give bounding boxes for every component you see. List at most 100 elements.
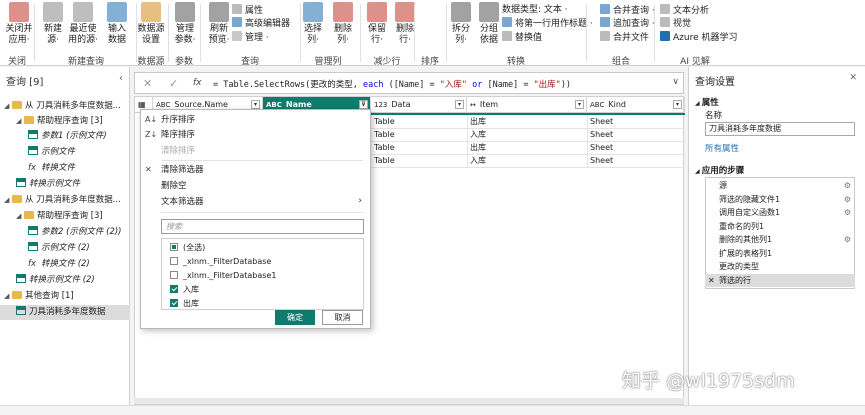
first-row-header-button[interactable]: 将第一行用作标题 · <box>502 17 593 30</box>
merge-queries-button[interactable]: 合并查询 · <box>600 4 655 17</box>
column-dropdown-icon[interactable]: ▾ <box>251 100 260 109</box>
applied-step[interactable]: ✕ 筛选的行 <box>705 273 855 287</box>
refresh-button[interactable]: 刷新 预览· <box>204 2 234 46</box>
filter-menu-item[interactable]: 文本筛选器 <box>161 196 204 208</box>
query-item[interactable]: 刀具消耗多年度数据 <box>0 305 130 320</box>
column-dropdown-icon[interactable]: ▾ <box>455 100 464 109</box>
properties-button[interactable]: 属性 <box>232 4 263 17</box>
filter-checkbox[interactable]: 出库 <box>170 298 199 310</box>
filter-checkbox[interactable]: (全选) <box>170 242 205 254</box>
filter-menu-item[interactable]: 降序排序 <box>161 129 195 141</box>
query-item[interactable]: 示例文件 (2) <box>0 241 130 256</box>
formula-input[interactable]: = Table.SelectRows(更改的类型, each ([Name] =… <box>213 78 571 90</box>
gear-icon[interactable]: ⚙ <box>844 193 851 206</box>
split-column-button[interactable]: 拆分 列· <box>446 2 476 46</box>
keep-rows-button[interactable]: 保留 行· <box>362 2 392 46</box>
group-by-button[interactable]: 分组 依据 <box>474 2 504 46</box>
filter-menu-item[interactable]: 升序排序 <box>161 114 195 126</box>
query-item[interactable]: ◢ 其他查询 [1] <box>0 289 130 304</box>
advanced-editor-button[interactable]: 高级编辑器 <box>232 17 290 30</box>
data-type-dropdown[interactable]: 数据类型: 文本 · <box>502 4 568 16</box>
horizontal-scrollbar[interactable] <box>134 398 684 404</box>
applied-step[interactable]: 删除的其他列1 ⚙ <box>705 233 855 246</box>
choose-columns-button[interactable]: 选择 列· <box>298 2 328 46</box>
grid-cell[interactable]: 入库 <box>467 154 486 167</box>
column-dropdown-icon[interactable]: ▾ <box>575 100 584 109</box>
formula-cancel-button[interactable]: ✕ <box>143 77 152 90</box>
grid-cell[interactable]: Table <box>371 154 395 167</box>
close-apply-button[interactable]: 关闭并 应用· <box>4 2 34 46</box>
filter-search-input[interactable]: 搜索 <box>161 219 364 234</box>
filter-menu-item[interactable]: 删除空 <box>161 180 187 192</box>
query-item[interactable]: ◢ 从 刀具消耗多年度数据... <box>0 99 130 114</box>
combine-files-button[interactable]: 合并文件 <box>600 31 649 44</box>
query-item[interactable]: 示例文件 <box>0 145 130 160</box>
filter-checkbox[interactable]: _xlnm._FilterDatabase1 <box>170 270 276 282</box>
all-properties-link[interactable]: 所有属性 <box>705 142 739 154</box>
collapse-queries-button[interactable]: ‹ <box>119 73 123 84</box>
enter-data-button[interactable]: 输入 数据 <box>102 2 132 46</box>
formula-expand-icon[interactable]: ∨ <box>672 77 679 87</box>
cancel-button[interactable]: 取消 <box>322 310 363 325</box>
expand-triangle-icon[interactable]: ◢ <box>16 114 24 129</box>
grid-cell[interactable]: Sheet <box>587 141 613 154</box>
text-analytics-button[interactable]: 文本分析 <box>660 4 709 17</box>
checkbox-icon[interactable] <box>170 271 178 279</box>
checkbox-icon[interactable] <box>170 299 178 307</box>
delete-step-icon[interactable]: ✕ <box>708 274 715 287</box>
query-item[interactable]: 参数1 (示例文件) <box>0 129 130 144</box>
grid-cell[interactable]: Sheet <box>587 115 613 128</box>
applied-step[interactable]: 筛选的隐藏文件1 ⚙ <box>705 193 855 206</box>
filter-dropdown-icon[interactable]: ⊽ <box>359 100 368 109</box>
recent-sources-button[interactable]: 最近使 用的源· <box>68 2 98 46</box>
expand-triangle-icon[interactable]: ◢ <box>4 289 12 304</box>
checkbox-icon[interactable] <box>170 257 178 265</box>
grid-cell[interactable]: Table <box>371 141 395 154</box>
manage-button[interactable]: 管理 · <box>232 31 269 44</box>
expand-triangle-icon[interactable]: ◢ <box>16 209 24 224</box>
checkbox-icon[interactable] <box>170 243 178 251</box>
query-item[interactable]: fx 转换文件 <box>0 161 130 176</box>
new-source-button[interactable]: 新建 源· <box>38 2 68 46</box>
formula-confirm-button[interactable]: ✓ <box>169 77 178 90</box>
query-item[interactable]: ◢ 帮助程序查询 [3] <box>0 209 130 224</box>
query-item[interactable]: 转换示例文件 (2) <box>0 273 130 288</box>
applied-step[interactable]: 源 ⚙ <box>705 179 855 192</box>
column-header-item[interactable]: ↔ Item ▾ <box>467 97 587 113</box>
column-header-data[interactable]: 123 Data ▾ <box>371 97 467 113</box>
close-settings-button[interactable]: ✕ <box>849 73 857 83</box>
applied-step[interactable]: 调用自定义函数1 ⚙ <box>705 206 855 219</box>
query-item[interactable]: ◢ 从 刀具消耗多年度数据... <box>0 193 130 208</box>
grid-cell[interactable]: Table <box>371 128 395 141</box>
column-header-kind[interactable]: ABC Kind ▾ <box>587 97 685 113</box>
azure-ml-button[interactable]: Azure 机器学习 <box>660 31 738 44</box>
query-item[interactable]: 转换示例文件 <box>0 177 130 192</box>
checkbox-icon[interactable] <box>170 285 178 293</box>
applied-step[interactable]: 更改的类型 <box>705 260 855 273</box>
filter-checkbox[interactable]: _xlnm._FilterDatabase <box>170 256 271 268</box>
ok-button[interactable]: 确定 <box>275 310 315 325</box>
replace-values-button[interactable]: 替换值 <box>502 31 542 44</box>
remove-rows-button[interactable]: 删除 行· <box>390 2 420 46</box>
append-queries-button[interactable]: 追加查询 · <box>600 17 655 30</box>
query-name-input[interactable]: 刀具消耗多年度数据 <box>705 122 855 136</box>
filter-checkbox[interactable]: 入库 <box>170 284 199 296</box>
query-item[interactable]: fx 转换文件 (2) <box>0 257 130 272</box>
vision-button[interactable]: 视觉 <box>660 17 691 30</box>
expand-triangle-icon[interactable]: ◢ <box>4 193 12 208</box>
grid-cell[interactable]: Sheet <box>587 154 613 167</box>
manage-params-button[interactable]: 管理 参数· <box>170 2 200 46</box>
grid-cell[interactable]: 出库 <box>467 115 486 128</box>
grid-cell[interactable]: 出库 <box>467 141 486 154</box>
grid-cell[interactable]: Sheet <box>587 128 613 141</box>
gear-icon[interactable]: ⚙ <box>844 179 851 192</box>
column-dropdown-icon[interactable]: ▾ <box>673 100 682 109</box>
datasource-settings-button[interactable]: 数据源 设置 <box>136 2 166 46</box>
grid-cell[interactable]: 入库 <box>467 128 486 141</box>
gear-icon[interactable]: ⚙ <box>844 233 851 246</box>
applied-step[interactable]: 扩展的表格列1 <box>705 247 855 260</box>
gear-icon[interactable]: ⚙ <box>844 206 851 219</box>
applied-step[interactable]: 重命名的列1 <box>705 220 855 233</box>
query-item[interactable]: ◢ 帮助程序查询 [3] <box>0 114 130 129</box>
filter-menu-item[interactable]: 清除筛选器 <box>161 164 204 176</box>
